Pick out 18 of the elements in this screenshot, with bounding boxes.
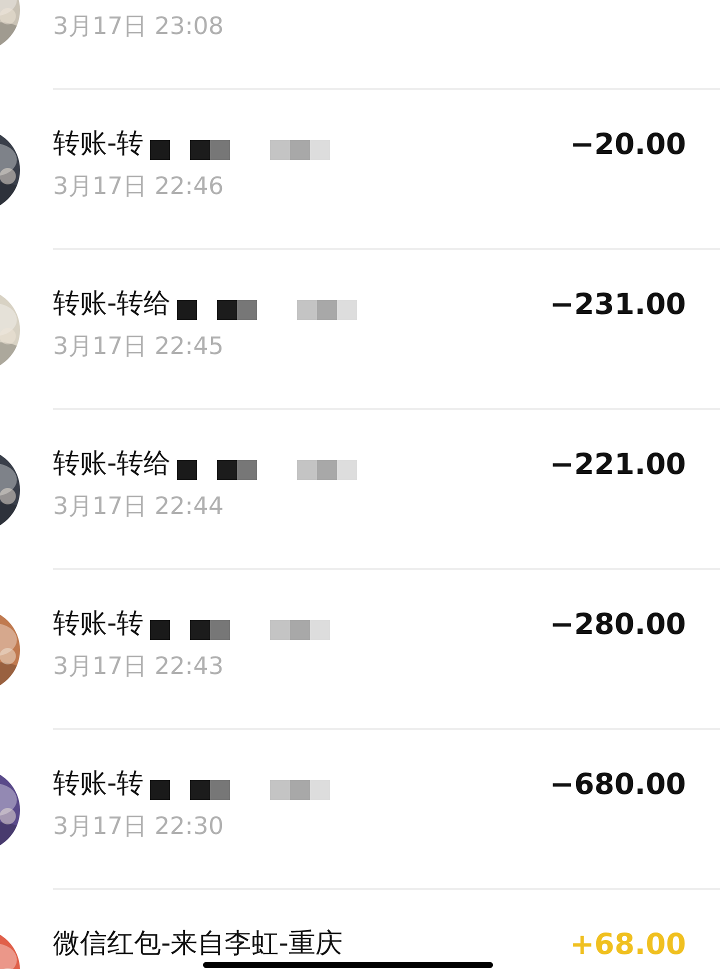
transaction-title: 转账-转给	[53, 448, 171, 480]
transaction-time: 3月17日 22:43	[53, 651, 225, 682]
transaction-time: 3月17日 22:45	[53, 331, 225, 362]
amount: −231.00	[550, 287, 686, 321]
amount: −680.00	[550, 767, 686, 801]
transaction-time: 3月17日 22:46	[53, 171, 225, 202]
transaction-time: 3月17日 23:08	[53, 11, 225, 42]
transaction-title: 转账-转	[53, 608, 144, 640]
transaction-title: 转账-转给	[53, 288, 171, 320]
amount: +68.00	[570, 927, 686, 961]
amount: −280.00	[550, 607, 686, 641]
transaction-time: 3月17日 22:30	[53, 811, 225, 842]
transaction-title: 微信红包-来自李虹-重庆	[53, 928, 342, 960]
transaction-title: 转账-转	[53, 768, 144, 800]
amount: −20.00	[570, 127, 686, 161]
amount: −221.00	[550, 447, 686, 481]
transaction-title: 转账-转	[53, 128, 144, 160]
transaction-time: 3月17日 22:44	[53, 491, 225, 522]
